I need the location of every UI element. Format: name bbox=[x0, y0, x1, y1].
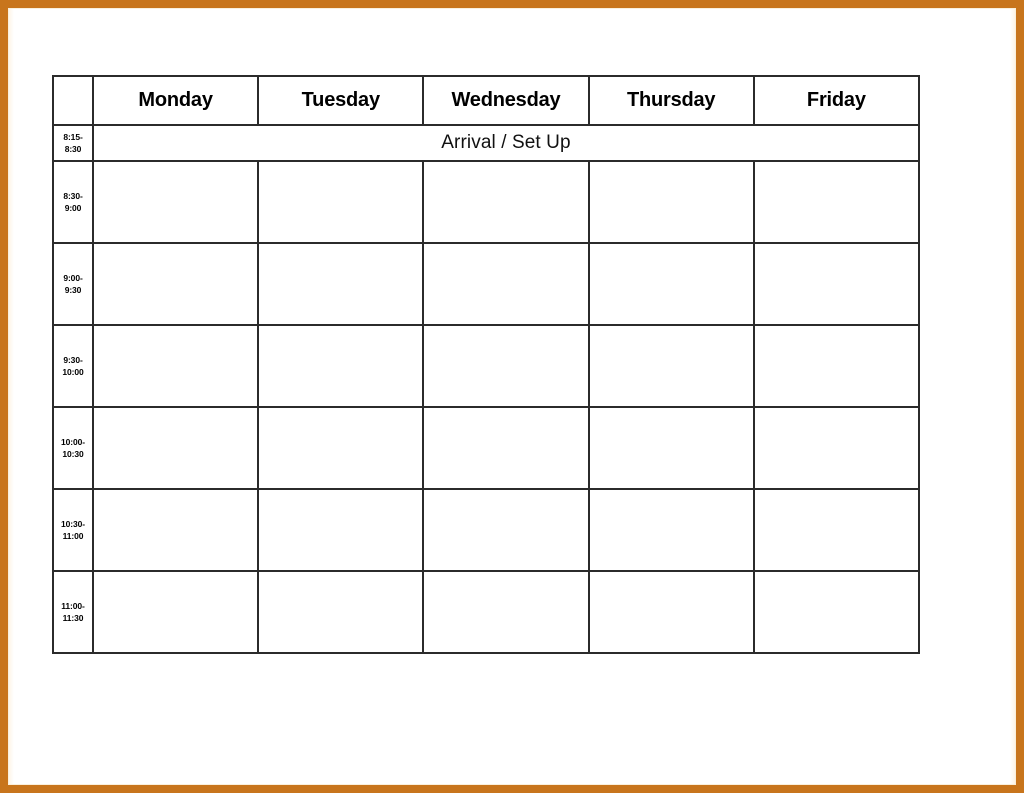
schedule-cell-wednesday[interactable] bbox=[422, 406, 590, 490]
time-label-slot-4: 10:00- 10:30 bbox=[52, 406, 94, 490]
time-label-slot-6: 11:00- 11:30 bbox=[52, 570, 94, 654]
time-label-slot-5: 10:30- 11:00 bbox=[52, 488, 94, 572]
schedule-cell-monday[interactable] bbox=[91, 160, 260, 244]
table-row: 10:30- 11:00 bbox=[52, 488, 920, 572]
header-corner-cell bbox=[52, 75, 94, 126]
page-orange-frame: Monday Tuesday Wednesday Thursday Friday… bbox=[0, 0, 1024, 793]
schedule-cell-friday[interactable] bbox=[752, 488, 920, 572]
time-label-line-end: 8:30 bbox=[64, 144, 82, 154]
table-row: 10:00- 10:30 bbox=[52, 406, 920, 490]
schedule-cell-tuesday[interactable] bbox=[257, 242, 425, 326]
time-label-line-start: 10:00- bbox=[61, 436, 85, 447]
time-label-slot-1: 8:30- 9:00 bbox=[52, 160, 94, 244]
schedule-cell-tuesday[interactable] bbox=[257, 488, 425, 572]
time-label-line-start: 11:00- bbox=[61, 600, 85, 611]
column-header-tuesday: Tuesday bbox=[257, 75, 425, 126]
time-label-line-start: 8:30- bbox=[63, 190, 83, 201]
time-label-line-end: 10:00 bbox=[62, 367, 84, 377]
schedule-cell-thursday[interactable] bbox=[587, 406, 755, 490]
weekly-schedule-container: Monday Tuesday Wednesday Thursday Friday… bbox=[52, 75, 920, 654]
time-label-line-start: 10:30- bbox=[61, 518, 85, 529]
page-surface: Monday Tuesday Wednesday Thursday Friday… bbox=[8, 8, 1016, 785]
time-label-line-end: 11:00 bbox=[62, 531, 84, 541]
schedule-cell-friday[interactable] bbox=[752, 406, 920, 490]
time-label-line-start: 9:00- bbox=[63, 272, 83, 283]
schedule-cell-wednesday[interactable] bbox=[422, 324, 590, 408]
table-row: 9:30- 10:00 bbox=[52, 324, 920, 408]
arrival-set-up-cell[interactable]: Arrival / Set Up bbox=[92, 124, 920, 162]
schedule-cell-wednesday[interactable] bbox=[422, 488, 590, 572]
table-header-row: Monday Tuesday Wednesday Thursday Friday bbox=[52, 75, 920, 126]
column-header-monday: Monday bbox=[91, 75, 260, 126]
schedule-cell-tuesday[interactable] bbox=[257, 160, 425, 244]
schedule-cell-wednesday[interactable] bbox=[422, 160, 590, 244]
schedule-cell-friday[interactable] bbox=[752, 160, 920, 244]
table-row-arrival: 8:15- 8:30 Arrival / Set Up bbox=[52, 124, 920, 162]
schedule-cell-monday[interactable] bbox=[91, 488, 260, 572]
time-label-line-start: 8:15- bbox=[63, 131, 83, 142]
schedule-cell-thursday[interactable] bbox=[587, 160, 755, 244]
schedule-cell-monday[interactable] bbox=[91, 324, 260, 408]
time-label-line-end: 9:00 bbox=[64, 203, 82, 213]
column-header-friday: Friday bbox=[752, 75, 920, 126]
schedule-cell-thursday[interactable] bbox=[587, 570, 755, 654]
schedule-cell-tuesday[interactable] bbox=[257, 570, 425, 654]
schedule-cell-thursday[interactable] bbox=[587, 324, 755, 408]
time-label-slot-3: 9:30- 10:00 bbox=[52, 324, 94, 408]
schedule-cell-wednesday[interactable] bbox=[422, 242, 590, 326]
time-label-line-end: 9:30 bbox=[64, 285, 82, 295]
schedule-cell-tuesday[interactable] bbox=[257, 406, 425, 490]
time-label-slot-2: 9:00- 9:30 bbox=[52, 242, 94, 326]
schedule-cell-friday[interactable] bbox=[752, 570, 920, 654]
time-label-line-start: 9:30- bbox=[63, 354, 83, 365]
schedule-cell-monday[interactable] bbox=[91, 406, 260, 490]
schedule-cell-thursday[interactable] bbox=[587, 488, 755, 572]
table-row: 8:30- 9:00 bbox=[52, 160, 920, 244]
schedule-cell-wednesday[interactable] bbox=[422, 570, 590, 654]
column-header-wednesday: Wednesday bbox=[422, 75, 590, 126]
table-row: 9:00- 9:30 bbox=[52, 242, 920, 326]
column-header-thursday: Thursday bbox=[587, 75, 755, 126]
time-label-line-end: 11:30 bbox=[62, 613, 84, 623]
schedule-cell-friday[interactable] bbox=[752, 324, 920, 408]
table-row: 11:00- 11:30 bbox=[52, 570, 920, 654]
time-label-arrival: 8:15- 8:30 bbox=[52, 124, 94, 162]
time-label-line-end: 10:30 bbox=[62, 449, 84, 459]
weekly-schedule-table: Monday Tuesday Wednesday Thursday Friday… bbox=[52, 75, 920, 654]
schedule-cell-thursday[interactable] bbox=[587, 242, 755, 326]
schedule-cell-tuesday[interactable] bbox=[257, 324, 425, 408]
schedule-cell-friday[interactable] bbox=[752, 242, 920, 326]
schedule-cell-monday[interactable] bbox=[91, 242, 260, 326]
schedule-cell-monday[interactable] bbox=[91, 570, 260, 654]
